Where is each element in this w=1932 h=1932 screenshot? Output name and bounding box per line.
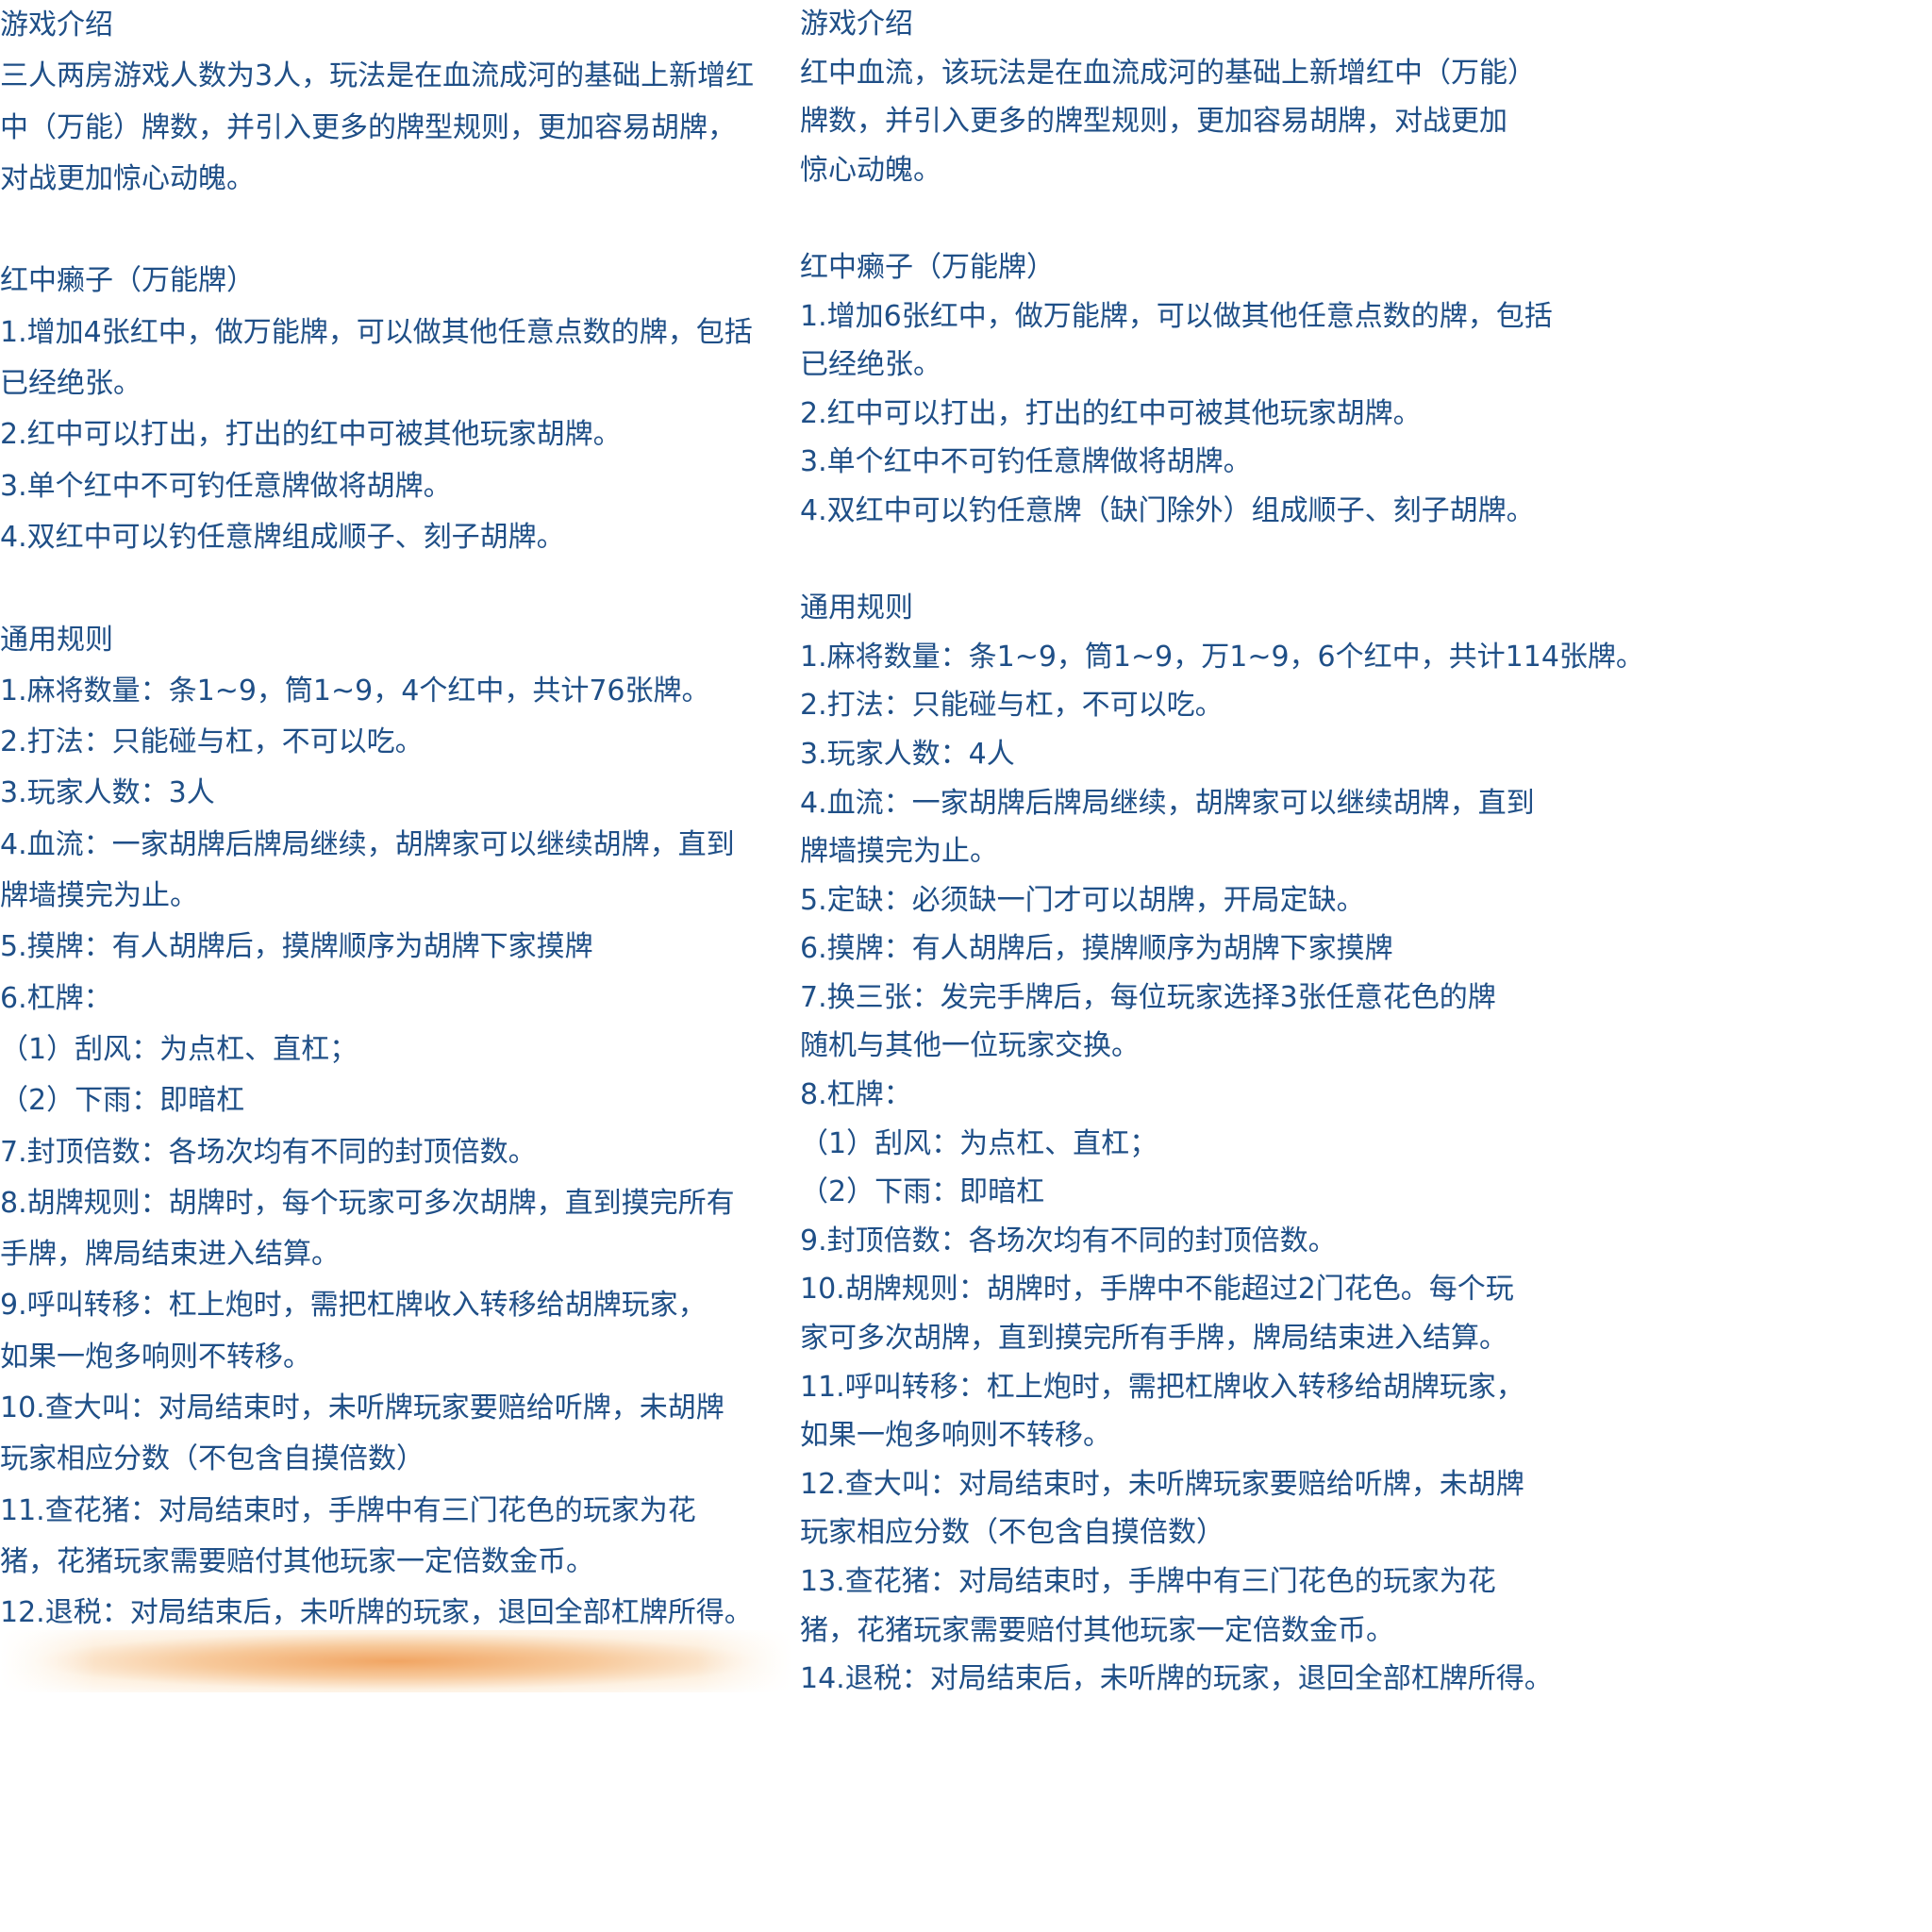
rule-text-line: 中（万能）牌数，并引入更多的牌型规则，更加容易胡牌，: [0, 110, 736, 144]
rule-text-line: 红中癞子（万能牌）: [0, 264, 255, 298]
rule-text-line: 通用规则: [800, 591, 913, 625]
rule-text-line: 3.单个红中不可钓任意牌做将胡牌。: [0, 469, 452, 503]
rule-text-line: 7.换三张：发完手牌后，每位玩家选择3张任意花色的牌: [800, 980, 1496, 1014]
rule-text-line: 13.查花猪：对局结束时，手牌中有三门花色的玩家为花: [800, 1565, 1496, 1598]
rule-text-line: （2）下雨：即暗杠: [800, 1175, 1045, 1209]
rule-text-line: 14.退税：对局结束后，未听牌的玩家，退回全部杠牌所得。: [800, 1662, 1553, 1696]
rule-text-line: 猪，花猪玩家需要赔付其他玩家一定倍数金币。: [0, 1544, 594, 1578]
rule-text-line: （1）刮风：为点杠、直杠；: [0, 1032, 358, 1066]
rule-text-line: 5.定缺：必须缺一门才可以胡牌，开局定缺。: [800, 883, 1365, 917]
rule-text-line: 11.查花猪：对局结束时，手牌中有三门花色的玩家为花: [0, 1493, 696, 1527]
rule-text-line: 4.血流：一家胡牌后牌局继续，胡牌家可以继续胡牌，直到: [800, 786, 1535, 820]
rule-text-line: 4.血流：一家胡牌后牌局继续，胡牌家可以继续胡牌，直到: [0, 827, 735, 861]
rule-text-line: 4.双红中可以钓任意牌组成顺子、刻子胡牌。: [0, 520, 565, 554]
rule-text-line: 家可多次胡牌，直到摸完所有手牌，牌局结束进入结算。: [800, 1322, 1507, 1356]
rules-panel-right: 游戏介绍红中血流，该玩法是在血流成河的基础上新增红中（万能） 牌数，并引入更多的牌…: [800, 0, 1644, 1704]
rule-text-line: 红中癞子（万能牌）: [800, 250, 1055, 284]
rule-text-line: 3.玩家人数：3人: [0, 776, 215, 810]
rule-text-line: 惊心动魄。: [800, 153, 941, 187]
rule-text-line: 8.胡牌规则：胡牌时，每个玩家可多次胡牌，直到摸完所有: [0, 1186, 735, 1220]
rule-text-line: 4.双红中可以钓任意牌（缺门除外）组成顺子、刻子胡牌。: [800, 493, 1535, 527]
rule-text-line: 已经绝张。: [0, 367, 142, 401]
rule-text-line: 10.胡牌规则：胡牌时，手牌中不能超过2门花色。每个玩: [800, 1273, 1514, 1307]
rule-text-line: 三人两房游戏人数为3人，玩法是在血流成河的基础上新增红: [0, 59, 755, 93]
rule-text-line: 3.玩家人数：4人: [800, 737, 1015, 771]
rule-text-line: 玩家相应分数（不包含自摸倍数）: [0, 1442, 425, 1476]
rule-text-line: 2.打法：只能碰与杠，不可以吃。: [0, 725, 424, 759]
rule-text-line: 牌墙摸完为止。: [0, 879, 198, 913]
rule-text-line: 2.红中可以打出，打出的红中可被其他玩家胡牌。: [800, 396, 1422, 430]
rule-text-line: 6.摸牌：有人胡牌后，摸牌顺序为胡牌下家摸牌: [800, 932, 1393, 966]
rule-text-line: 2.打法：只能碰与杠，不可以吃。: [800, 689, 1224, 723]
rule-text-line: 10.查大叫：对局结束时，未听牌玩家要赔给听牌，未胡牌: [0, 1391, 724, 1425]
rule-text-line: 1.麻将数量：条1~9，筒1~9，4个红中，共计76张牌。: [0, 674, 710, 708]
rule-text-line: 手牌，牌局结束进入结算。: [0, 1238, 340, 1272]
rules-panel-left: 游戏介绍三人两房游戏人数为3人，玩法是在血流成河的基础上新增红 中（万能）牌数，并…: [0, 0, 792, 1640]
rule-text-line: （1）刮风：为点杠、直杠；: [800, 1126, 1158, 1160]
rule-text-line: 玩家相应分数（不包含自摸倍数）: [800, 1516, 1224, 1550]
rule-text-line: 牌数，并引入更多的牌型规则，更加容易胡牌，对战更加: [800, 105, 1507, 139]
rule-text-line: 2.红中可以打出，打出的红中可被其他玩家胡牌。: [0, 418, 622, 452]
rule-text-line: 如果一炮多响则不转移。: [0, 1340, 311, 1374]
rule-text-line: 通用规则: [0, 623, 113, 657]
rule-text-line: 对战更加惊心动魄。: [0, 161, 255, 195]
rule-text-line: 5.摸牌：有人胡牌后，摸牌顺序为胡牌下家摸牌: [0, 930, 593, 964]
rule-text-line: （2）下雨：即暗杠: [0, 1084, 245, 1118]
rule-text-line: 牌墙摸完为止。: [800, 835, 998, 869]
rule-text-line: 1.麻将数量：条1~9，筒1~9，万1~9，6个红中，共计114张牌。: [800, 640, 1644, 674]
rule-text-line: 随机与其他一位玩家交换。: [800, 1029, 1140, 1063]
rule-text-line: 游戏介绍: [0, 8, 113, 42]
rule-text-line: 8.杠牌：: [800, 1078, 912, 1112]
rule-text-line: 3.单个红中不可钓任意牌做将胡牌。: [800, 445, 1252, 479]
rule-text-line: 6.杠牌：: [0, 981, 112, 1015]
rule-text-line: 猪，花猪玩家需要赔付其他玩家一定倍数金币。: [800, 1613, 1394, 1647]
rule-text-line: 红中血流，该玩法是在血流成河的基础上新增红中（万能）: [800, 56, 1536, 90]
rule-text-line: 已经绝张。: [800, 348, 941, 382]
rule-text-line: 11.呼叫转移：杠上炮时，需把杠牌收入转移给胡牌玩家，: [800, 1370, 1524, 1404]
rule-text-line: 7.封顶倍数：各场次均有不同的封顶倍数。: [0, 1135, 537, 1169]
rule-text-line: 9.封顶倍数：各场次均有不同的封顶倍数。: [800, 1224, 1337, 1257]
rule-text-line: 12.查大叫：对局结束时，未听牌玩家要赔给听牌，未胡牌: [800, 1467, 1524, 1501]
rule-text-line: 9.呼叫转移：杠上炮时，需把杠牌收入转移给胡牌玩家，: [0, 1289, 707, 1323]
rule-text-line: 1.增加4张红中，做万能牌，可以做其他任意点数的牌，包括: [0, 315, 753, 349]
decorative-glow-band: [0, 1630, 792, 1692]
rule-text-line: 1.增加6张红中，做万能牌，可以做其他任意点数的牌，包括: [800, 299, 1553, 333]
rule-text-line: 如果一炮多响则不转移。: [800, 1419, 1111, 1453]
rule-text-line: 游戏介绍: [800, 8, 913, 41]
